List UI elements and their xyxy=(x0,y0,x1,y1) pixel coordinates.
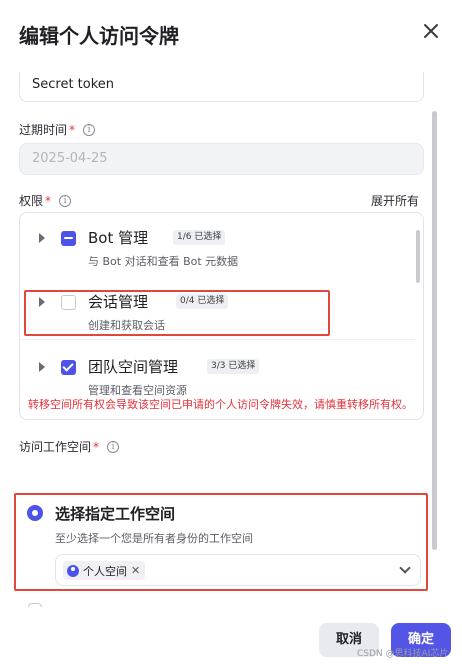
workspace-label-text: 访问工作空间 xyxy=(19,440,92,454)
radio-selected[interactable] xyxy=(27,505,43,521)
tag-remove-icon[interactable]: ✕ xyxy=(131,564,140,577)
required-mark: * xyxy=(45,193,52,208)
caret-right-icon[interactable] xyxy=(39,362,45,372)
workspace-option-title[interactable]: 选择指定工作空间 xyxy=(55,503,175,524)
info-icon[interactable]: i xyxy=(59,194,72,207)
checkbox-partial[interactable] xyxy=(61,231,76,246)
ownership-warning: 转移空间所有权会导致该空间已申请的个人访问令牌失效，请慎重转移所有权。 xyxy=(28,398,413,411)
selected-count-badge: 0/4 已选择 xyxy=(176,294,229,309)
permission-name: 会话管理 xyxy=(88,293,149,311)
permission-row-conversation: 会话管理 0/4 已选择 创建和获取会话 xyxy=(20,285,415,347)
permission-name: 团队空间管理 xyxy=(88,358,179,376)
selected-count-badge: 3/3 已选择 xyxy=(207,359,260,374)
expand-all-link[interactable]: 展开所有 xyxy=(371,192,419,209)
workspace-label: 访问工作空间 * i xyxy=(19,438,120,455)
permissions-label: 权限 * i xyxy=(19,192,72,209)
watermark: CSDN @思科技AI芯片 xyxy=(357,649,449,659)
info-icon[interactable]: i xyxy=(83,123,96,136)
info-icon[interactable]: i xyxy=(107,440,120,453)
radio-unselected[interactable] xyxy=(28,603,42,607)
permissions-scrollbar[interactable] xyxy=(416,230,420,283)
tag-label: 个人空间 xyxy=(83,564,127,578)
required-mark: * xyxy=(69,122,76,137)
workspace-option-desc: 至少选择一个您是所有者身份的工作空间 xyxy=(55,532,253,545)
checkbox-checked[interactable] xyxy=(61,360,76,375)
dialog-scrollbar[interactable] xyxy=(432,111,437,550)
expiry-label-text: 过期时间 xyxy=(19,123,68,137)
token-name-input[interactable]: Secret token xyxy=(19,72,424,102)
checkbox-unchecked[interactable] xyxy=(61,295,76,310)
user-avatar-icon xyxy=(67,564,79,577)
permission-name: Bot 管理 xyxy=(88,229,149,247)
workspace-option: 选择指定工作空间 至少选择一个您是所有者身份的工作空间 个人空间 ✕ xyxy=(19,495,429,591)
dialog-title: 编辑个人访问令牌 xyxy=(19,24,179,48)
selected-count-badge: 1/6 已选择 xyxy=(173,230,226,245)
divider xyxy=(20,339,415,340)
required-mark: * xyxy=(93,439,100,454)
selected-workspace-tag: 个人空间 ✕ xyxy=(63,561,146,580)
permissions-label-text: 权限 xyxy=(19,194,44,208)
expiry-label: 过期时间 * i xyxy=(19,121,96,138)
caret-right-icon[interactable] xyxy=(39,297,45,307)
permission-row-bot: Bot 管理 1/6 已选择 与 Bot 对话和查看 Bot 元数据 xyxy=(20,221,415,283)
caret-right-icon[interactable] xyxy=(39,233,45,243)
permission-desc: 与 Bot 对话和查看 Bot 元数据 xyxy=(88,255,239,268)
workspace-select[interactable]: 个人空间 ✕ xyxy=(55,554,421,586)
expiry-date-input: 2025-04-25 xyxy=(19,143,424,175)
permission-desc: 创建和获取会话 xyxy=(88,319,165,332)
permissions-panel: Bot 管理 1/6 已选择 与 Bot 对话和查看 Bot 元数据 会话管理 … xyxy=(19,212,424,420)
close-icon[interactable] xyxy=(420,20,442,42)
chevron-down-icon[interactable] xyxy=(399,562,411,574)
